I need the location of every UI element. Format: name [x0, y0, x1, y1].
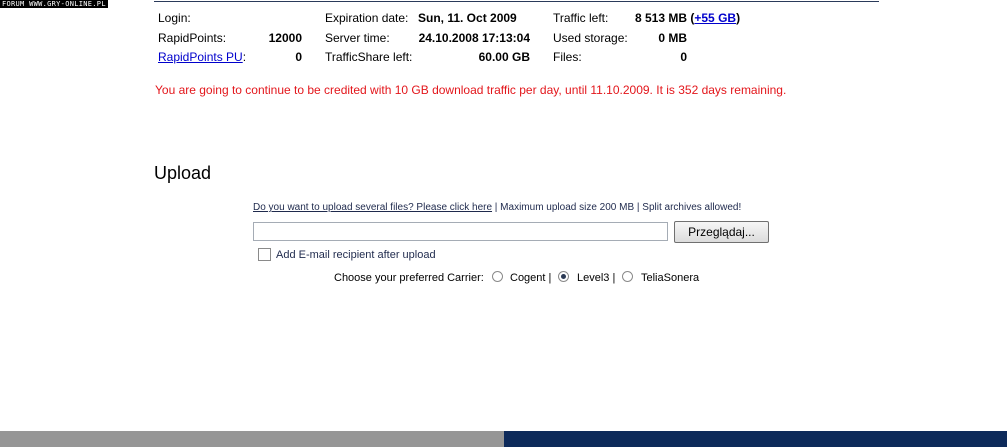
carrier-radio-level3[interactable]	[558, 271, 569, 282]
traffic-left-value-row: 8 513 MB (+55 GB)	[635, 12, 740, 25]
expiration-label: Expiration date:	[325, 11, 409, 25]
carrier-label-teliasonera[interactable]: TeliaSonera	[641, 272, 699, 284]
file-path-input[interactable]	[253, 222, 668, 241]
carrier-label-level3[interactable]: Level3 |	[577, 272, 615, 284]
expiration-value: Sun, 11. Oct 2009	[418, 11, 517, 25]
email-recipient-label[interactable]: Add E-mail recipient after upload	[276, 249, 436, 261]
rapidpoints-pu-link[interactable]: RapidPoints PU	[158, 50, 243, 64]
email-recipient-checkbox[interactable]	[258, 248, 271, 261]
server-time-label: Server time:	[325, 31, 390, 45]
used-storage-label: Used storage:	[553, 31, 628, 45]
carrier-prompt: Choose your preferred Carrier:	[334, 272, 484, 284]
carrier-radio-cogent[interactable]	[492, 271, 503, 282]
rapidpoints-label: RapidPoints:	[158, 31, 227, 45]
trafficshare-label: TrafficShare left:	[325, 50, 413, 64]
footer-bar-gray	[0, 431, 504, 447]
traffic-left-close-paren: )	[736, 11, 741, 25]
upload-info-line: Do you want to upload several files? Ple…	[253, 202, 741, 213]
traffic-credit-notice: You are going to continue to be credited…	[155, 83, 787, 97]
rapidpoints-pu-colon: :	[242, 50, 247, 64]
trafficshare-value: 60.00 GB	[478, 50, 530, 64]
rapidpoints-pu-value: 0	[295, 50, 302, 64]
rapidpoints-value: 12000	[268, 31, 302, 45]
files-label: Files:	[553, 50, 582, 64]
carrier-label-cogent[interactable]: Cogent |	[510, 272, 551, 284]
browse-button[interactable]: Przeglądaj...	[674, 221, 769, 243]
forum-watermark: FORUM WWW.GRY-ONLINE.PL	[0, 0, 108, 8]
traffic-left-value: 8 513 MB	[635, 11, 688, 25]
login-label: Login:	[158, 11, 191, 25]
upload-several-files-link[interactable]: Do you want to upload several files? Ple…	[253, 202, 492, 213]
upload-heading: Upload	[154, 163, 212, 183]
carrier-radio-teliasonera[interactable]	[622, 271, 633, 282]
server-time-value: 24.10.2008 17:13:04	[418, 31, 530, 45]
files-value: 0	[680, 50, 687, 64]
top-divider	[154, 1, 879, 2]
traffic-left-label: Traffic left:	[553, 11, 609, 25]
used-storage-value: 0 MB	[658, 31, 687, 45]
rapidpoints-pu-row: RapidPoints PU:	[158, 51, 246, 64]
upload-limits-text: | Maximum upload size 200 MB | Split arc…	[492, 202, 742, 213]
footer-bar-navy	[504, 431, 1007, 447]
buy-traffic-link[interactable]: +55 GB	[694, 11, 736, 25]
